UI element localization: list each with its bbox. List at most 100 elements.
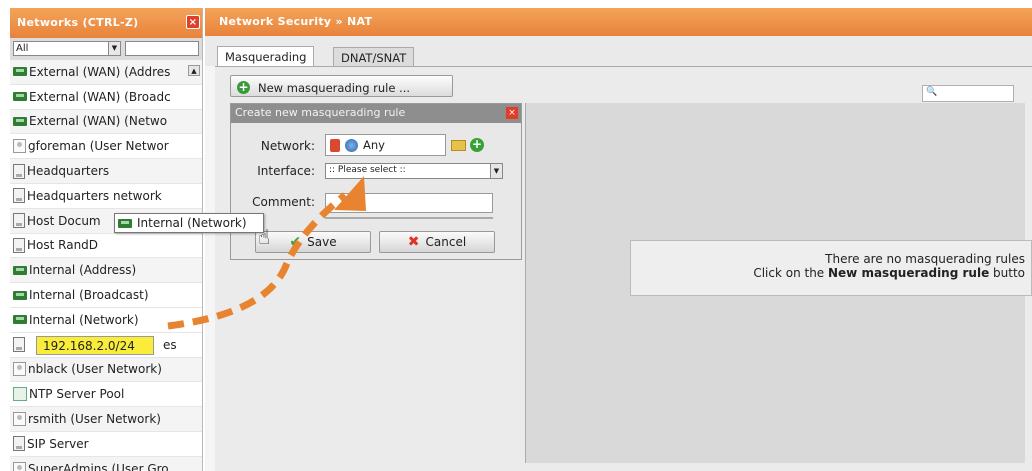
globe-icon bbox=[345, 138, 358, 152]
comment-label: Comment: bbox=[252, 195, 315, 209]
user-network-icon bbox=[13, 412, 26, 427]
network-list-item[interactable]: External (WAN) (Netwo bbox=[10, 109, 202, 135]
empty-message-suffix: butto bbox=[989, 266, 1025, 280]
network-list-item-label: Headquarters bbox=[27, 164, 110, 179]
networks-search-input[interactable] bbox=[125, 41, 199, 56]
close-icon[interactable]: × bbox=[186, 15, 200, 29]
network-list-item-label: External (WAN) (Addres bbox=[29, 64, 171, 79]
network-list-item[interactable]: nblack (User Network) bbox=[10, 357, 202, 383]
networks-filter-value: All bbox=[16, 43, 29, 54]
trash-icon[interactable] bbox=[330, 138, 340, 152]
chevron-down-icon[interactable]: ▼ bbox=[490, 164, 502, 178]
network-list-item-label: Internal (Broadcast) bbox=[29, 288, 149, 303]
network-list-item-label: nblack (User Network) bbox=[28, 362, 162, 377]
empty-rules-message: There are no masquerading rules Click on… bbox=[630, 240, 1032, 296]
new-masquerading-rule-button[interactable]: + New masquerading rule ... bbox=[230, 75, 453, 97]
network-list-item-label: SuperAdmins (User Gro bbox=[28, 461, 169, 471]
nat-panel-title: Network Security » NAT bbox=[205, 8, 1032, 36]
networks-filter-bar: All ▼ bbox=[10, 38, 202, 60]
network-list-item[interactable]: Internal (Network) bbox=[10, 307, 202, 333]
divider bbox=[325, 217, 493, 219]
network-list-item-label: Headquarters network bbox=[27, 188, 162, 203]
network-list-item[interactable]: Host RandD bbox=[10, 234, 202, 259]
interface-select[interactable]: :: Please select :: ▼ bbox=[325, 163, 503, 179]
network-list-item-label: rsmith (User Network) bbox=[28, 412, 161, 427]
networks-panel-title-text: Networks (CTRL-Z) bbox=[17, 16, 139, 29]
add-network-icon[interactable]: + bbox=[470, 138, 484, 152]
plus-icon: + bbox=[237, 80, 250, 94]
empty-message-bold: New masquerading rule bbox=[828, 266, 990, 280]
network-list-item[interactable]: gforeman (User Networ bbox=[10, 134, 202, 160]
nat-tabs: Masquerading DNAT/SNAT bbox=[205, 36, 1032, 68]
network-list-item-label: SIP Server bbox=[27, 436, 89, 451]
empty-message-line1: There are no masquerading rules bbox=[825, 252, 1025, 266]
create-rule-dialog: Create new masquerading rule × Network: … bbox=[230, 103, 522, 260]
scroll-up-arrow-icon[interactable]: ▲ bbox=[188, 65, 200, 76]
host-icon bbox=[13, 163, 25, 179]
user-network-icon bbox=[13, 362, 26, 377]
cancel-label: Cancel bbox=[425, 235, 467, 249]
interface-label: Interface: bbox=[257, 164, 315, 178]
dialog-close-icon[interactable]: × bbox=[506, 107, 518, 119]
network-list-item[interactable]: Internal (Address) bbox=[10, 258, 202, 284]
comment-field[interactable] bbox=[325, 193, 493, 213]
network-list-item[interactable]: Internal (Broadcast) bbox=[10, 283, 202, 308]
user-network-icon bbox=[13, 139, 26, 154]
network-icon bbox=[13, 67, 27, 77]
save-label: Save bbox=[307, 235, 337, 249]
network-field[interactable]: Any bbox=[325, 134, 446, 156]
network-list-item-label: es bbox=[163, 337, 177, 352]
network-list-item-label: NTP Server Pool bbox=[29, 387, 125, 402]
network-list-item[interactable]: NTP Server Pool bbox=[10, 382, 202, 408]
search-icon: 🔍 bbox=[926, 87, 938, 97]
drag-tooltip-label: Internal (Network) bbox=[137, 216, 247, 230]
networks-panel: Networks (CTRL-Z) × All ▼ External (WAN)… bbox=[10, 8, 203, 471]
network-list-item-label: Host Docum bbox=[27, 213, 101, 228]
network-list-item-label: Host RandD bbox=[27, 238, 99, 253]
network-list-item-label: Internal (Address) bbox=[29, 263, 137, 278]
cancel-button[interactable]: ✖ Cancel bbox=[379, 231, 495, 253]
pool-icon bbox=[13, 387, 27, 402]
network-list-item-label: gforeman (User Networ bbox=[28, 139, 169, 154]
folder-icon[interactable] bbox=[451, 140, 466, 151]
rules-search-input[interactable]: 🔍 bbox=[922, 85, 1014, 102]
network-list-item-label: Internal (Network) bbox=[29, 312, 139, 327]
new-rule-button-label: New masquerading rule ... bbox=[258, 80, 411, 95]
network-icon bbox=[13, 116, 27, 126]
host-icon bbox=[13, 436, 25, 452]
chevron-down-icon[interactable]: ▼ bbox=[108, 42, 120, 55]
network-list-item-label: External (WAN) (Broadc bbox=[29, 89, 171, 104]
network-list-item[interactable]: Headquarters bbox=[10, 159, 202, 184]
host-icon bbox=[13, 213, 25, 229]
network-list-item[interactable]: External (WAN) (Broadc bbox=[10, 85, 202, 110]
drag-tooltip: Internal (Network) bbox=[114, 213, 264, 233]
network-value: Any bbox=[363, 138, 385, 152]
host-icon bbox=[13, 188, 25, 204]
networks-panel-title: Networks (CTRL-Z) × bbox=[10, 8, 202, 38]
network-list-item-label: External (WAN) (Netwo bbox=[29, 114, 168, 129]
check-icon: ✔ bbox=[289, 234, 302, 250]
hand-cursor-icon: ☝ bbox=[258, 225, 271, 249]
cancel-x-icon: ✖ bbox=[407, 234, 420, 250]
tab-dnat-snat[interactable]: DNAT/SNAT bbox=[333, 47, 415, 67]
host-icon bbox=[13, 237, 25, 253]
network-label: Network: bbox=[260, 139, 315, 153]
dialog-title-bar: Create new masquerading rule × bbox=[231, 104, 521, 123]
network-list-item[interactable]: Headquarters network bbox=[10, 184, 202, 209]
network-list-item[interactable]: SuperAdmins (User Gro bbox=[10, 456, 202, 471]
interface-value: :: Please select :: bbox=[329, 165, 406, 175]
host-icon bbox=[13, 337, 25, 353]
network-icon bbox=[13, 265, 27, 275]
empty-message-prefix: Click on the bbox=[753, 266, 828, 280]
save-button[interactable]: ✔ Save bbox=[255, 231, 371, 253]
network-icon bbox=[13, 315, 27, 325]
dialog-title: Create new masquerading rule bbox=[235, 106, 406, 119]
network-list-item[interactable]: rsmith (User Network) bbox=[10, 407, 202, 432]
network-icon bbox=[13, 290, 27, 300]
network-list-item[interactable]: External (WAN) (Addres bbox=[10, 60, 202, 85]
tab-masquerading[interactable]: Masquerading bbox=[217, 46, 315, 68]
ip-address-tooltip: 192.168.2.0/24 bbox=[36, 336, 154, 355]
networks-list: External (WAN) (Addres External (WAN) (Br… bbox=[10, 60, 202, 471]
network-list-item[interactable]: SIP Server bbox=[10, 432, 202, 457]
networks-filter-select[interactable]: All ▼ bbox=[13, 41, 121, 56]
